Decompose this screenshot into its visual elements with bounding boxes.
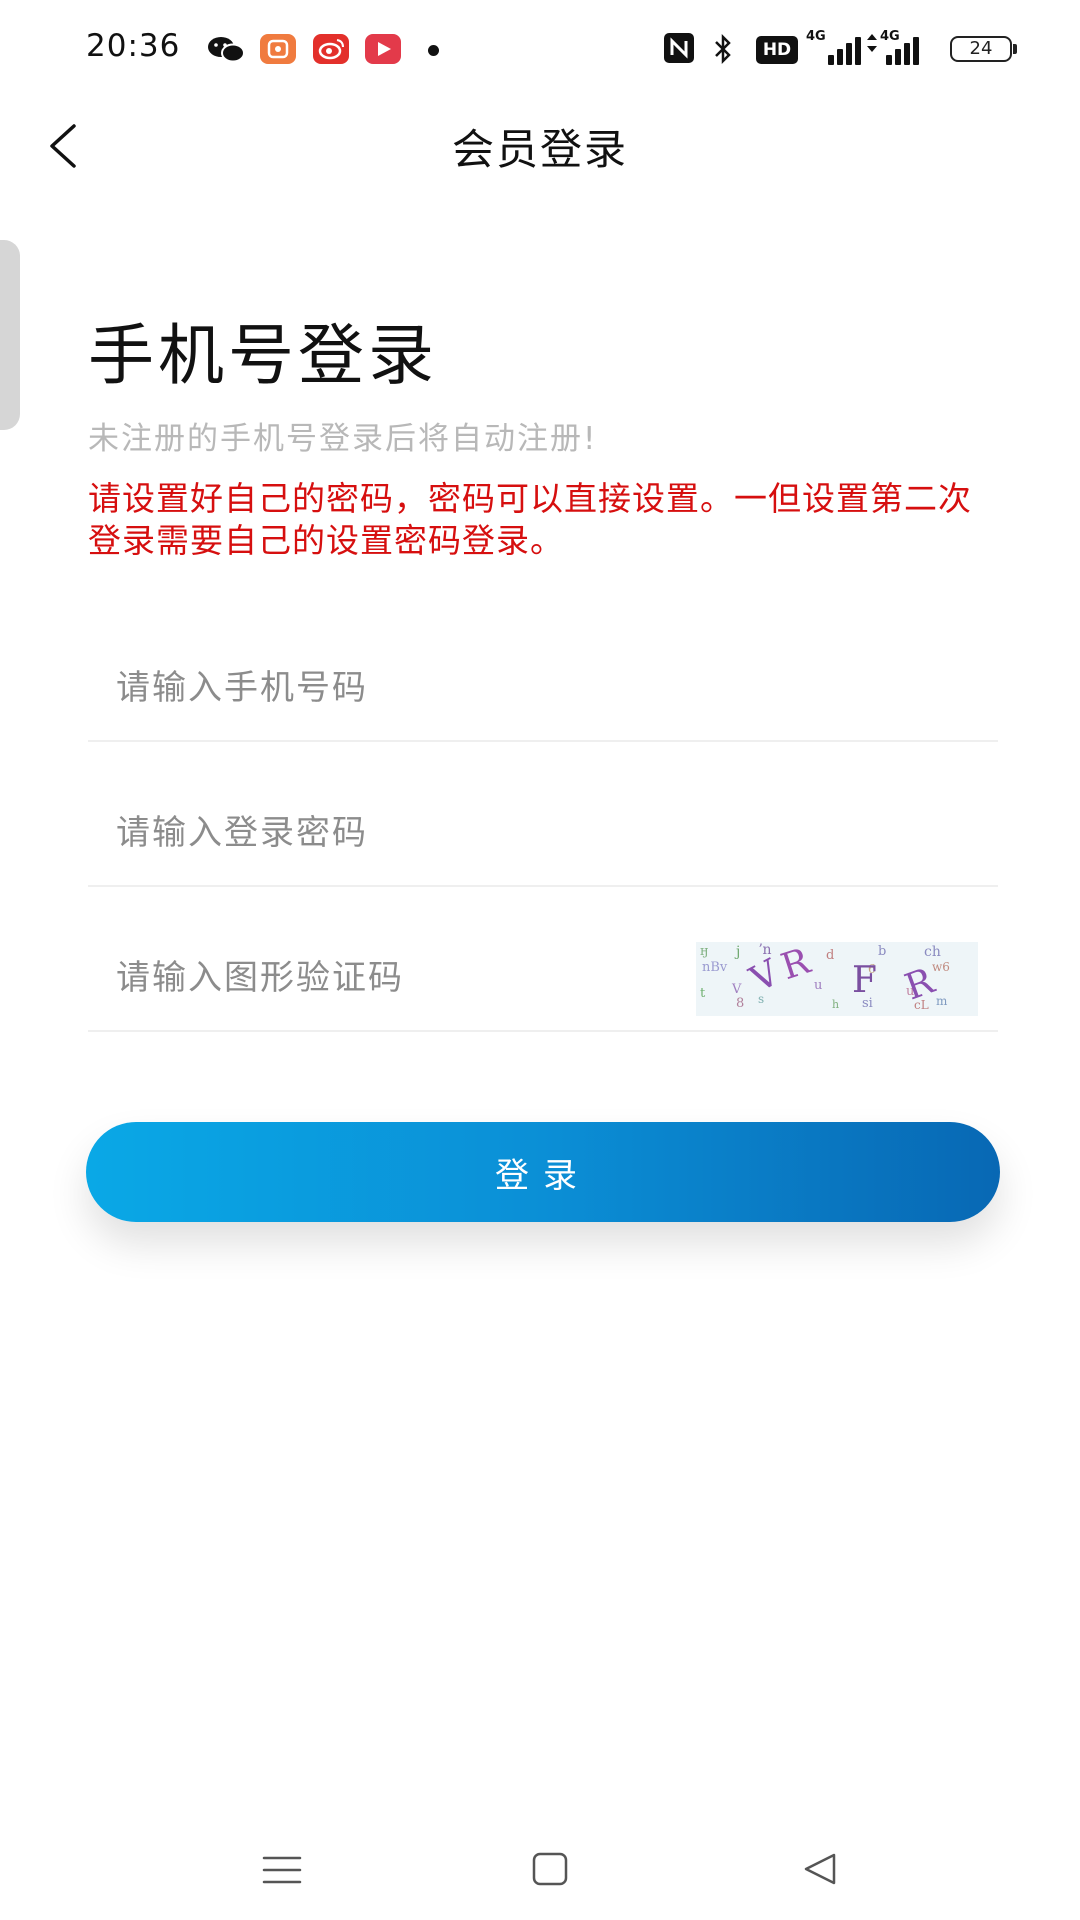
system-nav-bar — [0, 1820, 1080, 1920]
phone-field — [88, 640, 998, 742]
login-subtitle: 未注册的手机号登录后将自动注册! — [88, 421, 598, 457]
password-notice: 请设置好自己的密码，密码可以直接设置。一但设置第二次登录需要自己的设置密码登录。 — [88, 479, 972, 560]
captcha-image[interactable]: ӈ nBv j ʼn t V 8 s d b ch w6 6 u si u m … — [696, 942, 978, 1016]
weibo-icon — [313, 34, 349, 64]
login-heading: 手机号登录 — [88, 317, 438, 394]
status-bar: 20:36 HD 4G 4G 24 — [0, 0, 1080, 100]
wechat-icon — [208, 37, 245, 63]
signal-icon: 4G — [806, 29, 861, 65]
bluetooth-icon — [715, 33, 731, 65]
captcha-field: ӈ nBv j ʼn t V 8 s d b ch w6 6 u si u m … — [88, 930, 998, 1032]
video-app-icon — [365, 34, 401, 64]
phone-input[interactable] — [114, 652, 678, 724]
password-input[interactable] — [114, 797, 678, 869]
nfc-icon — [664, 33, 694, 63]
captcha-input[interactable] — [114, 942, 598, 1014]
password-field — [88, 785, 998, 887]
home-icon[interactable] — [520, 1840, 580, 1900]
login-button[interactable]: 登录 — [86, 1122, 1000, 1222]
back-triangle-icon[interactable] — [790, 1840, 850, 1900]
more-notifications-dot — [428, 45, 439, 56]
battery-indicator: 24 — [950, 36, 1017, 62]
side-drawer-handle[interactable] — [0, 240, 20, 430]
page-title: 会员登录 — [451, 125, 628, 174]
app-notification-icon — [260, 34, 296, 64]
hd-icon: HD — [756, 36, 798, 64]
status-time: 20:36 — [86, 28, 181, 64]
signal-icon-2: 4G — [866, 29, 919, 65]
login-page: 20:36 HD 4G 4G 24 会员登录 手机号登录 未注册的手机号登录后将… — [0, 0, 1080, 1920]
top-nav-bar: 会员登录 — [0, 100, 1080, 200]
menu-icon[interactable] — [252, 1840, 312, 1900]
